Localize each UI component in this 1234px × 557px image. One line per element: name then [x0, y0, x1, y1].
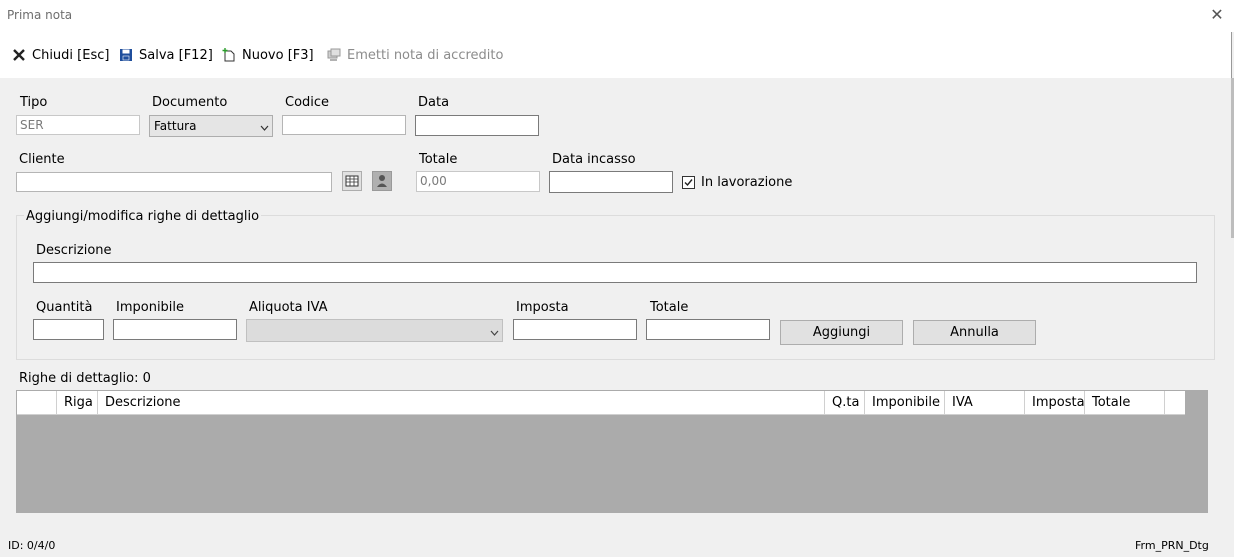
descrizione-label: Descrizione	[36, 243, 112, 258]
in-lavorazione-checkbox[interactable]	[682, 176, 695, 189]
aliquota-iva-label: Aliquota IVA	[249, 300, 328, 315]
chevron-down-icon	[260, 120, 269, 131]
totale-riga-label: Totale	[650, 300, 689, 315]
grid-col-imposta[interactable]: Imposta	[1025, 391, 1085, 414]
imponibile-label: Imponibile	[116, 300, 185, 315]
title-bar	[0, 0, 1234, 32]
credit-note-button-label: Emetti nota di accredito	[347, 47, 504, 63]
credit-note-icon	[327, 48, 341, 62]
totale-label: Totale	[419, 152, 458, 167]
annulla-button[interactable]: Annulla	[913, 320, 1036, 345]
codice-field[interactable]	[282, 115, 406, 135]
codice-label: Codice	[285, 95, 330, 110]
detail-group-title: Aggiungi/modifica righe di dettaglio	[24, 209, 262, 224]
documento-label: Documento	[152, 95, 228, 110]
table-icon[interactable]	[342, 171, 362, 191]
data-incasso-label: Data incasso	[552, 152, 636, 167]
totale-riga-field[interactable]	[646, 319, 770, 340]
window-title: Prima nota	[7, 8, 73, 22]
save-icon	[119, 48, 133, 62]
grid-col-descrizione[interactable]: Descrizione	[98, 391, 825, 414]
documento-selected-value: Fattura	[154, 119, 197, 133]
imposta-label: Imposta	[516, 300, 569, 315]
cliente-label: Cliente	[19, 152, 65, 167]
close-icon[interactable]: ✕	[1207, 5, 1227, 25]
totale-field[interactable]: 0,00	[416, 171, 540, 192]
user-icon[interactable]	[372, 171, 392, 191]
close-button[interactable]: Chiudi [Esc]	[12, 46, 109, 64]
descrizione-field[interactable]	[33, 262, 1197, 283]
aliquota-iva-select[interactable]	[246, 319, 503, 342]
data-incasso-field[interactable]	[549, 171, 673, 193]
new-document-icon	[222, 48, 236, 62]
chevron-down-icon	[490, 325, 499, 336]
status-form-name: Frm_PRN_Dtg	[1135, 539, 1209, 552]
grid-header: Riga Descrizione Q.ta Imponibile IVA Imp…	[17, 391, 1185, 415]
grid-col-selector[interactable]	[17, 391, 57, 414]
tipo-label: Tipo	[20, 95, 48, 110]
quantita-field[interactable]	[33, 319, 104, 340]
documento-select[interactable]: Fattura	[149, 115, 273, 137]
grid-col-riga[interactable]: Riga	[57, 391, 98, 414]
save-button[interactable]: Salva [F12]	[119, 46, 213, 64]
status-id: ID: 0/4/0	[8, 539, 56, 552]
new-button-label: Nuovo [F3]	[242, 47, 314, 63]
tipo-field[interactable]: SER	[16, 115, 140, 135]
new-button[interactable]: Nuovo [F3]	[222, 46, 314, 64]
grid-col-imponibile[interactable]: Imponibile	[865, 391, 945, 414]
data-field[interactable]	[415, 115, 539, 136]
cliente-field[interactable]	[16, 172, 332, 192]
credit-note-button[interactable]: Emetti nota di accredito	[327, 46, 503, 64]
imponibile-field[interactable]	[113, 319, 237, 340]
aggiungi-button[interactable]: Aggiungi	[780, 320, 903, 345]
in-lavorazione-label: In lavorazione	[701, 175, 793, 190]
quantita-label: Quantità	[36, 300, 93, 315]
close-button-label: Chiudi [Esc]	[32, 47, 110, 63]
data-label: Data	[418, 95, 450, 110]
grid-col-totale[interactable]: Totale	[1085, 391, 1165, 414]
x-icon	[12, 48, 26, 62]
grid-count-label: Righe di dettaglio: 0	[19, 371, 151, 386]
grid-col-iva[interactable]: IVA	[945, 391, 1025, 414]
imposta-field[interactable]	[513, 319, 637, 340]
grid-col-qta[interactable]: Q.ta	[825, 391, 865, 414]
save-button-label: Salva [F12]	[139, 47, 213, 63]
